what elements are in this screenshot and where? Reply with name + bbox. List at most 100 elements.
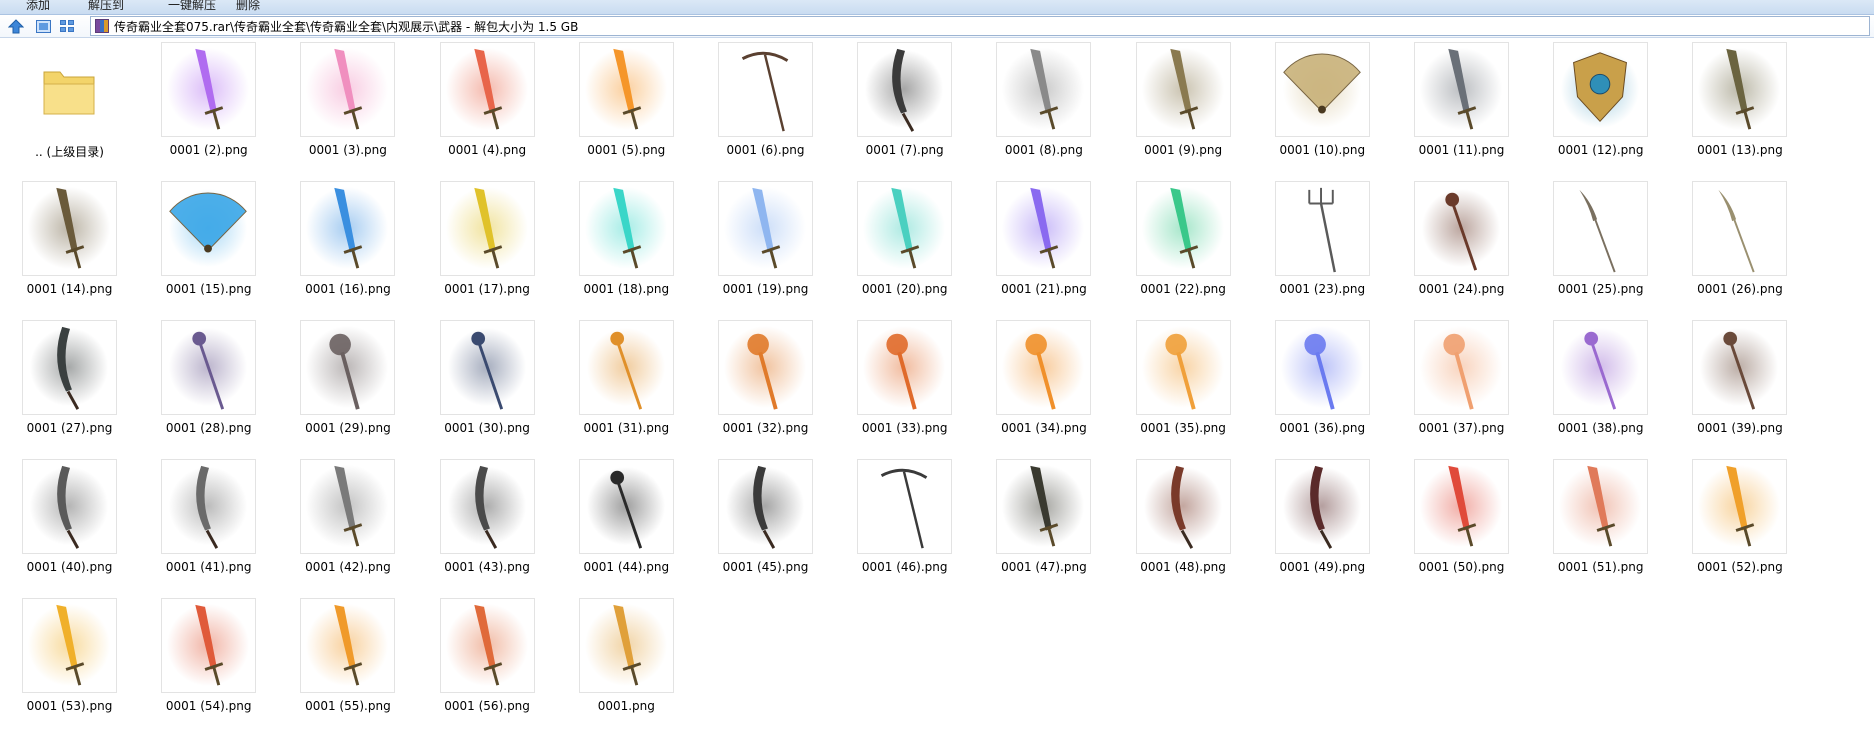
- file-item[interactable]: 0001 (31).png: [565, 320, 685, 450]
- weapon-thumbnail-icon: [439, 459, 535, 554]
- file-item[interactable]: 0001 (32).png: [704, 320, 824, 450]
- delete-button[interactable]: 删除: [236, 0, 260, 13]
- file-item[interactable]: 0001 (55).png: [286, 598, 406, 728]
- file-item[interactable]: 0001 (48).png: [1122, 459, 1242, 589]
- grid-view-icon[interactable]: [60, 20, 75, 33]
- file-name: 0001 (22).png: [1140, 282, 1226, 296]
- extract-to-button[interactable]: 解压到: [88, 0, 124, 13]
- file-name: 0001 (9).png: [1144, 143, 1223, 157]
- file-item[interactable]: 0001 (24).png: [1400, 181, 1520, 311]
- address-row: 传奇霸业全套075.rar\传奇霸业全套\传奇霸业全套\内观展示\武器 - 解包…: [0, 15, 1874, 38]
- file-item[interactable]: 0001 (21).png: [982, 181, 1102, 311]
- file-item[interactable]: 0001 (36).png: [1261, 320, 1381, 450]
- file-name: 0001 (43).png: [444, 560, 530, 574]
- file-name: 0001 (29).png: [305, 421, 391, 435]
- file-item[interactable]: 0001 (13).png: [1678, 42, 1798, 172]
- weapon-thumbnail-icon: [1135, 181, 1231, 276]
- file-name: 0001 (30).png: [444, 421, 530, 435]
- file-item[interactable]: 0001 (50).png: [1400, 459, 1520, 589]
- file-item[interactable]: 0001 (15).png: [147, 181, 267, 311]
- file-item[interactable]: 0001 (4).png: [426, 42, 546, 172]
- file-item[interactable]: 0001 (16).png: [286, 181, 406, 311]
- weapon-thumbnail-icon: [1553, 320, 1649, 415]
- address-bar[interactable]: 传奇霸业全套075.rar\传奇霸业全套\传奇霸业全套\内观展示\武器 - 解包…: [90, 16, 1870, 36]
- file-item[interactable]: 0001 (14).png: [8, 181, 128, 311]
- file-item[interactable]: 0001 (39).png: [1678, 320, 1798, 450]
- file-item[interactable]: 0001 (34).png: [982, 320, 1102, 450]
- file-item[interactable]: 0001 (33).png: [843, 320, 963, 450]
- weapon-thumbnail-icon: [718, 459, 813, 554]
- file-item[interactable]: 0001 (44).png: [565, 459, 685, 589]
- file-item[interactable]: 0001 (29).png: [286, 320, 406, 450]
- file-item[interactable]: 0001 (37).png: [1400, 320, 1520, 450]
- weapon-thumbnail-icon: [1414, 181, 1509, 276]
- file-name: 0001 (26).png: [1697, 282, 1783, 296]
- parent-folder-item[interactable]: .. (上级目录): [8, 42, 128, 172]
- file-item[interactable]: 0001 (8).png: [982, 42, 1102, 172]
- file-item[interactable]: 0001 (30).png: [426, 320, 546, 450]
- file-item[interactable]: 0001 (25).png: [1539, 181, 1659, 311]
- file-item[interactable]: 0001 (38).png: [1539, 320, 1659, 450]
- file-item[interactable]: 0001 (2).png: [147, 42, 267, 172]
- weapon-thumbnail-icon: [22, 598, 117, 693]
- file-name: 0001 (33).png: [861, 421, 948, 435]
- file-name: 0001 (38).png: [1557, 421, 1644, 435]
- weapon-thumbnail-icon: [578, 598, 674, 693]
- file-name: 0001 (14).png: [26, 282, 113, 296]
- file-name: 0001 (15).png: [165, 282, 252, 296]
- file-name: 0001 (42).png: [305, 560, 391, 574]
- weapon-thumbnail-icon: [1553, 42, 1649, 137]
- file-item[interactable]: 0001 (23).png: [1261, 181, 1381, 311]
- weapon-thumbnail-icon: [578, 459, 674, 554]
- file-name: 0001 (5).png: [587, 143, 666, 157]
- file-item[interactable]: 0001 (22).png: [1122, 181, 1242, 311]
- thumbnail-view-icon[interactable]: [36, 20, 51, 33]
- file-item[interactable]: 0001 (19).png: [704, 181, 824, 311]
- file-item[interactable]: 0001 (9).png: [1122, 42, 1242, 172]
- weapon-thumbnail-icon: [1692, 42, 1788, 137]
- file-item[interactable]: 0001 (46).png: [843, 459, 963, 589]
- file-item[interactable]: 0001 (49).png: [1261, 459, 1381, 589]
- file-item[interactable]: 0001 (11).png: [1400, 42, 1520, 172]
- file-item[interactable]: 0001 (52).png: [1678, 459, 1798, 589]
- file-item[interactable]: 0001 (28).png: [147, 320, 267, 450]
- file-item[interactable]: 0001 (43).png: [426, 459, 546, 589]
- file-name: .. (上级目录): [35, 145, 104, 159]
- file-item[interactable]: 0001 (17).png: [426, 181, 546, 311]
- weapon-thumbnail-icon: [300, 459, 396, 554]
- file-item[interactable]: 0001 (12).png: [1539, 42, 1659, 172]
- weapon-thumbnail-icon: [161, 320, 257, 415]
- file-item[interactable]: 0001 (45).png: [704, 459, 824, 589]
- weapon-thumbnail-icon: [1414, 459, 1509, 554]
- file-item[interactable]: 0001.png: [565, 598, 685, 728]
- file-item[interactable]: 0001 (3).png: [286, 42, 406, 172]
- file-item[interactable]: 0001 (26).png: [1678, 181, 1798, 311]
- file-item[interactable]: 0001 (20).png: [843, 181, 963, 311]
- file-item[interactable]: 0001 (53).png: [8, 598, 128, 728]
- file-item[interactable]: 0001 (27).png: [8, 320, 128, 450]
- file-item[interactable]: 0001 (35).png: [1122, 320, 1242, 450]
- add-button[interactable]: 添加: [26, 0, 50, 13]
- file-item[interactable]: 0001 (47).png: [982, 459, 1102, 589]
- file-item[interactable]: 0001 (6).png: [704, 42, 824, 172]
- file-item[interactable]: 0001 (42).png: [286, 459, 406, 589]
- file-name: 0001 (10).png: [1279, 143, 1366, 157]
- weapon-thumbnail-icon: [578, 320, 674, 415]
- file-name: 0001 (21).png: [1001, 282, 1087, 296]
- file-item[interactable]: 0001 (10).png: [1261, 42, 1381, 172]
- file-item[interactable]: 0001 (7).png: [843, 42, 963, 172]
- file-item[interactable]: 0001 (40).png: [8, 459, 128, 589]
- one-click-extract-button[interactable]: 一键解压: [168, 0, 216, 13]
- file-item[interactable]: 0001 (54).png: [147, 598, 267, 728]
- file-item[interactable]: 0001 (56).png: [426, 598, 546, 728]
- file-item[interactable]: 0001 (5).png: [565, 42, 685, 172]
- weapon-thumbnail-icon: [439, 181, 535, 276]
- rar-archive-icon: [95, 19, 109, 33]
- file-name: 0001 (54).png: [165, 699, 252, 713]
- file-item[interactable]: 0001 (41).png: [147, 459, 267, 589]
- file-item[interactable]: 0001 (51).png: [1539, 459, 1659, 589]
- up-arrow-icon[interactable]: [7, 19, 25, 34]
- file-item[interactable]: 0001 (18).png: [565, 181, 685, 311]
- weapon-thumbnail-icon: [439, 42, 535, 137]
- folder-icon: [22, 42, 117, 137]
